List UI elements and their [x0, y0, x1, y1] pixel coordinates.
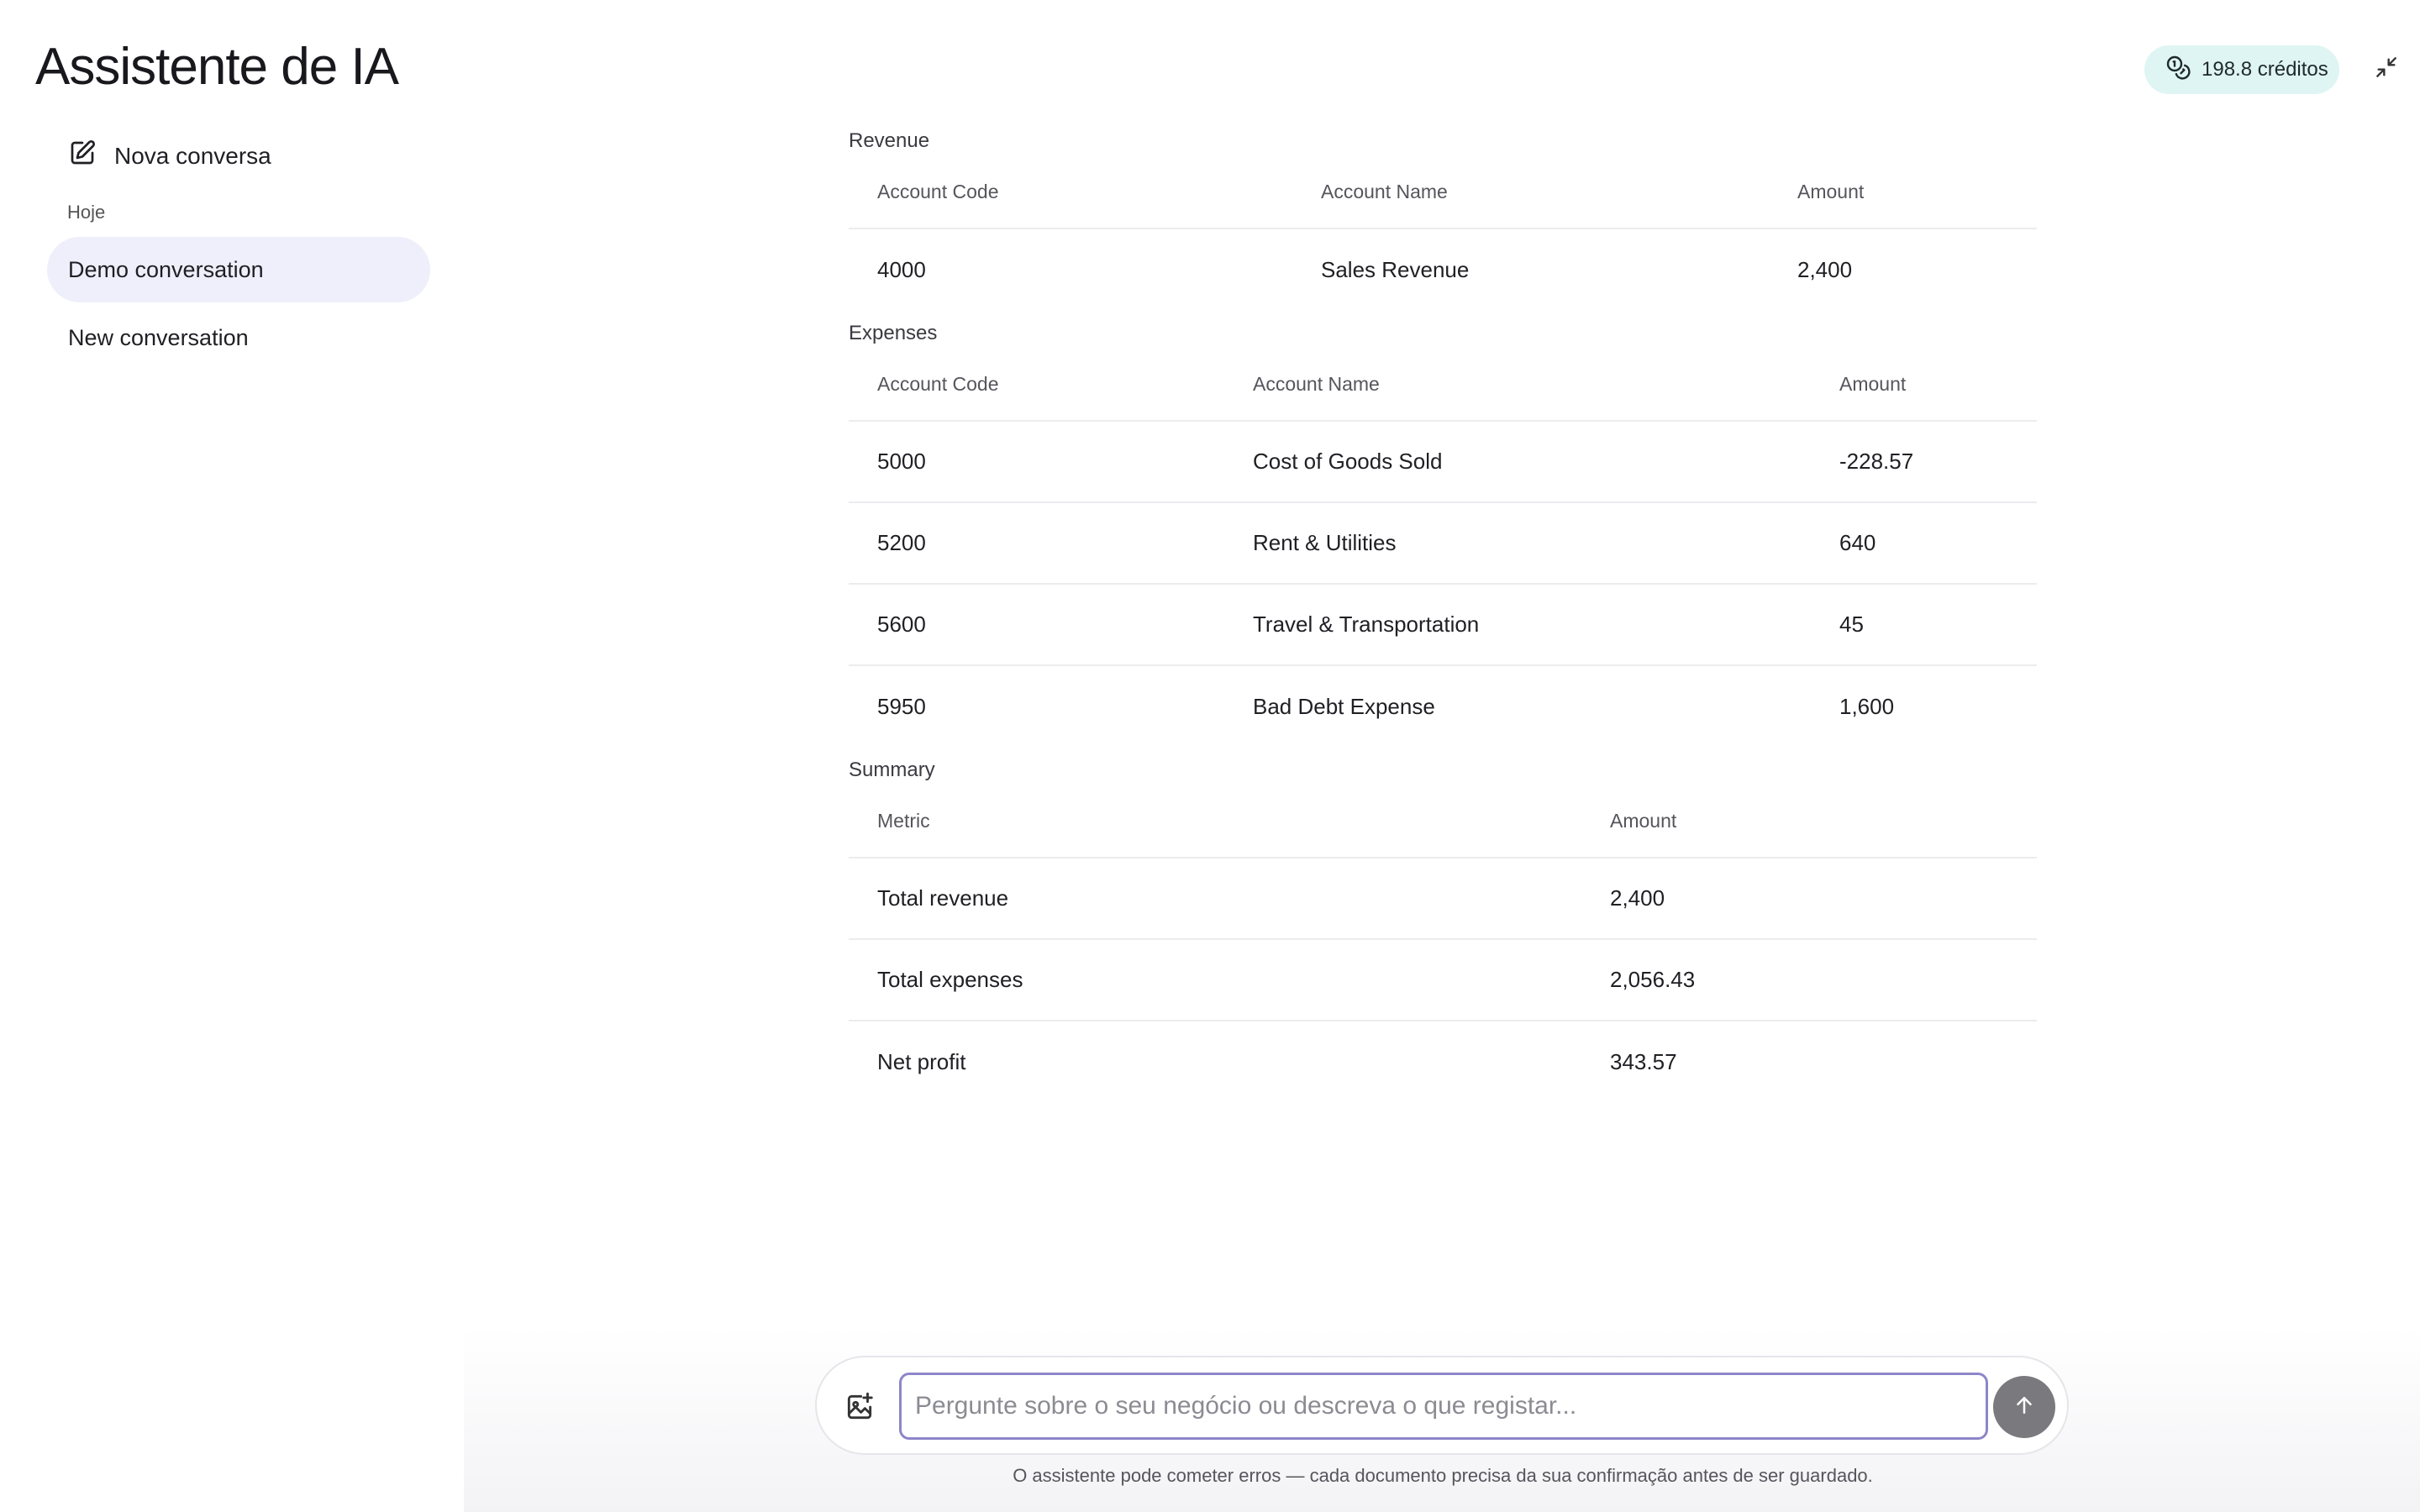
amount-cell: 2,400 — [1797, 256, 1853, 282]
amount-cell: 2,400 — [1581, 858, 2037, 940]
column-header: Amount — [1769, 156, 2037, 229]
revenue-title: Revenue — [849, 129, 930, 152]
table-row: Net profit 343.57 — [849, 1021, 2037, 1102]
sidebar-item-demo-conversation[interactable]: Demo conversation — [47, 237, 430, 302]
account-name-cell: Travel & Transportation — [1224, 584, 1811, 666]
amount-cell: 1,600 — [1839, 693, 1895, 719]
table-header-row: Account Code Account Name Amount — [849, 156, 2037, 229]
column-header: Account Name — [1224, 349, 1811, 422]
metric-cell: Net profit — [877, 1048, 966, 1074]
table-header-row: Account Code Account Name Amount — [849, 349, 2037, 422]
revenue-table: Account Code Account Name Amount 4000 Sa… — [849, 156, 2037, 310]
column-header: Account Code — [849, 156, 1292, 229]
amount-cell: 2,056.43 — [1581, 939, 2037, 1021]
composer — [815, 1356, 2069, 1455]
account-code-cell: 5000 — [849, 421, 1224, 503]
app-title: Assistente de IA — [35, 38, 399, 96]
table-row: 4000 Sales Revenue 2,400 — [849, 228, 2037, 310]
disclaimer-text: O assistente pode cometer erros — cada d… — [1013, 1465, 1873, 1486]
account-code-cell: 5950 — [877, 693, 926, 719]
conversation-label: Demo conversation — [68, 256, 264, 282]
column-header: Amount — [1811, 349, 2037, 422]
account-code-cell: 4000 — [877, 256, 926, 282]
table-row: 5200 Rent & Utilities 640 — [849, 502, 2037, 585]
prompt-input[interactable] — [899, 1373, 1988, 1440]
section-label-today: Hoje — [67, 202, 106, 223]
table-header-row: Metric Amount — [849, 785, 2037, 858]
account-code-cell: 5200 — [849, 502, 1224, 585]
account-name-cell: Rent & Utilities — [1224, 502, 1811, 585]
new-conversation-label: Nova conversa — [114, 142, 271, 169]
expenses-title: Expenses — [849, 322, 938, 344]
expenses-table: Account Code Account Name Amount 5000 Co… — [849, 349, 2037, 747]
image-add-icon — [844, 1392, 876, 1426]
edit-icon — [67, 138, 97, 174]
new-conversation-button[interactable]: Nova conversa — [67, 138, 271, 174]
amount-cell: 640 — [1811, 502, 2037, 585]
table-row: 5950 Bad Debt Expense 1,600 — [849, 665, 2037, 747]
conversation-label: New conversation — [68, 324, 249, 350]
table-row: Total revenue 2,400 — [849, 858, 2037, 940]
summary-title: Summary — [849, 759, 935, 781]
app-root: Assistente de IA 198.8 créditos Nova con… — [0, 0, 2420, 1512]
amount-cell: -228.57 — [1811, 421, 2037, 503]
amount-cell: 343.57 — [1610, 1048, 1677, 1074]
account-name-cell: Cost of Goods Sold — [1224, 421, 1811, 503]
assistant-message: Revenue Account Code Account Name Amount… — [849, 126, 2037, 1102]
amount-cell: 45 — [1811, 584, 2037, 666]
chat-main: Revenue Account Code Account Name Amount… — [464, 0, 2420, 1512]
column-header: Amount — [1581, 785, 2037, 858]
table-row: Total expenses 2,056.43 — [849, 939, 2037, 1021]
column-header: Account Name — [1292, 156, 1769, 229]
metric-cell: Total revenue — [849, 858, 1581, 940]
table-row: 5600 Travel & Transportation 45 — [849, 584, 2037, 666]
metric-cell: Total expenses — [849, 939, 1581, 1021]
account-name-cell: Sales Revenue — [1321, 256, 1470, 282]
arrow-up-icon — [2012, 1393, 2037, 1422]
column-header: Metric — [849, 785, 1581, 858]
account-name-cell: Bad Debt Expense — [1253, 693, 1435, 719]
attach-image-button[interactable] — [844, 1391, 876, 1423]
table-row: 5000 Cost of Goods Sold -228.57 — [849, 421, 2037, 503]
summary-table: Metric Amount Total revenue 2,400 Total … — [849, 785, 2037, 1102]
column-header: Account Code — [849, 349, 1224, 422]
sidebar-item-new-conversation[interactable]: New conversation — [47, 305, 430, 370]
send-button[interactable] — [1993, 1376, 2055, 1438]
account-code-cell: 5600 — [849, 584, 1224, 666]
